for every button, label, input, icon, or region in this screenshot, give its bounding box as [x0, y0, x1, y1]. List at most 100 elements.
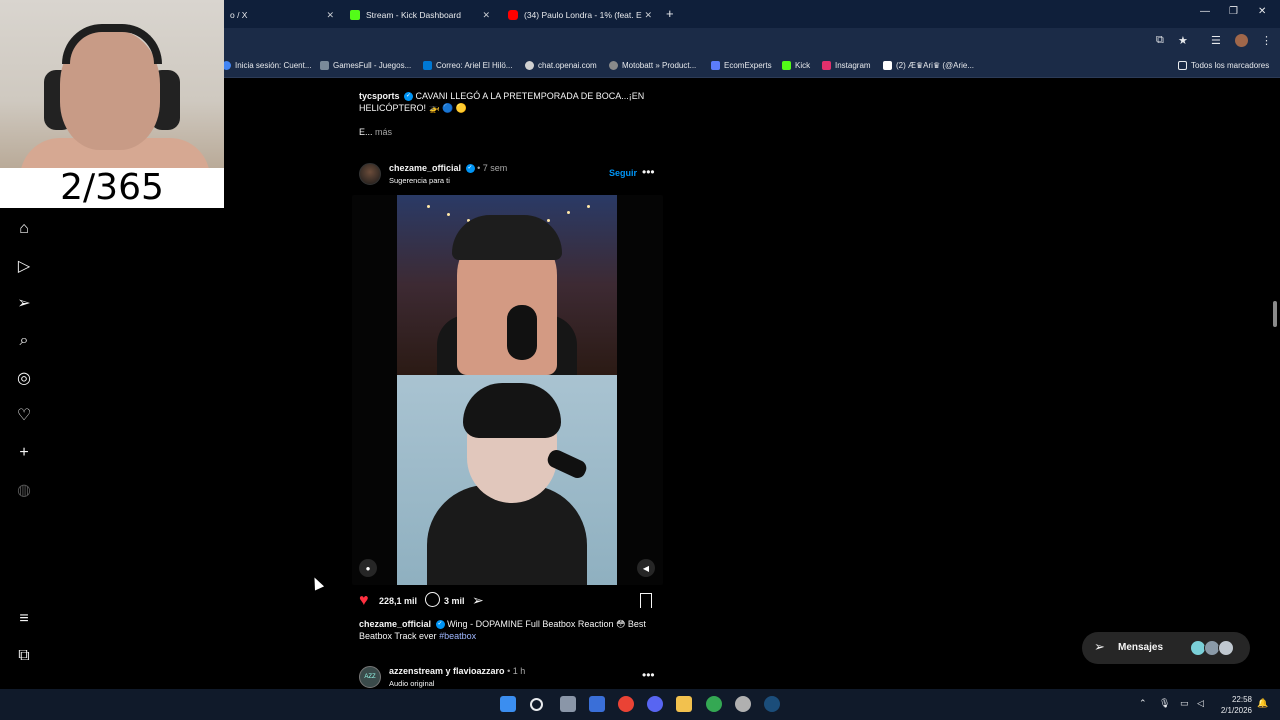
ecom-icon — [711, 61, 720, 70]
tab-youtube[interactable]: (34) Paulo Londra - 1% (feat. El ✕ — [500, 4, 658, 26]
bookmark-label: (2) Æ♛Ari♛ (@Arie... — [896, 61, 975, 70]
share-icon[interactable]: ➢ — [472, 592, 484, 609]
prev-post-caption: tycsports ✓ CAVANI LLEGÓ A LA PRETEMPORA… — [359, 90, 649, 114]
system-clock[interactable]: 22:58 2/1/2026 — [1214, 694, 1252, 716]
more-options-icon[interactable]: ••• — [642, 165, 655, 179]
explore-icon[interactable]: ◎ — [14, 368, 34, 388]
close-icon[interactable]: ✕ — [482, 10, 490, 21]
more-options-icon[interactable]: ••• — [642, 668, 655, 682]
avatar[interactable] — [359, 163, 381, 185]
bookmark-label: EcomExperts — [724, 61, 772, 70]
tab-x[interactable]: o / X ✕ — [222, 4, 340, 26]
direct-icon[interactable]: ➢ — [14, 293, 34, 313]
scroll-thumb[interactable] — [1273, 301, 1277, 327]
chrome-icon[interactable] — [618, 696, 634, 712]
bookmark-item[interactable]: GamesFull - Juegos... — [320, 61, 411, 70]
comment-icon[interactable] — [425, 592, 440, 607]
heart-icon[interactable]: ♡ — [14, 405, 34, 425]
folder-icon — [1178, 61, 1187, 70]
discord-icon[interactable] — [647, 696, 663, 712]
close-icon[interactable]: ✕ — [644, 10, 652, 21]
x-icon — [883, 61, 892, 70]
search-icon[interactable]: ⌕ — [14, 331, 34, 351]
tagged-user-icon[interactable]: ● — [359, 559, 377, 577]
more-link[interactable]: más — [375, 127, 392, 137]
home-icon[interactable]: ⌂ — [14, 219, 34, 239]
separator: • — [507, 666, 511, 676]
install-app-icon[interactable]: ⧉ — [1156, 34, 1164, 47]
post-caption: chezame_official ✓ Wing - DOPAMINE Full … — [359, 618, 659, 642]
volume-icon[interactable]: ◁ — [1197, 698, 1204, 709]
search-icon[interactable] — [530, 698, 543, 711]
app-icon[interactable] — [735, 696, 751, 712]
taskbar: ⌃ 🎙 ▭ ◁ 22:58 2/1/2026 🔔 — [0, 689, 1280, 720]
likes-count[interactable]: 228,1 mil — [379, 596, 417, 606]
notification-bell-icon[interactable]: 🔔 — [1257, 698, 1268, 709]
tab-title: Stream - Kick Dashboard — [366, 10, 461, 20]
bookmark-item[interactable]: chat.openai.com — [525, 61, 597, 70]
bookmark-item[interactable]: Correo: Ariel El Hilö... — [423, 61, 512, 70]
new-tab-button[interactable]: + — [666, 6, 674, 21]
task-view-icon[interactable] — [560, 696, 576, 712]
tab-kick[interactable]: Stream - Kick Dashboard ✕ — [342, 4, 496, 26]
profile-icon[interactable]: ◍ — [14, 480, 34, 500]
mail-icon — [423, 61, 432, 70]
bookmark-item[interactable]: Inicia sesión: Cuent... — [222, 61, 311, 70]
hashtag-link[interactable]: #beatbox — [439, 631, 476, 641]
bookmark-item[interactable]: EcomExperts — [711, 61, 772, 70]
post-username[interactable]: chezame_official — [389, 163, 461, 173]
microphone-icon[interactable]: 🎙 — [1159, 698, 1170, 709]
clock-time: 22:58 — [1231, 695, 1252, 704]
webcam-overlay — [0, 0, 224, 168]
bookmark-star-icon[interactable]: ★ — [1178, 34, 1188, 47]
avatar[interactable]: AZZ — [359, 666, 381, 688]
menu-icon[interactable]: ≡ — [14, 609, 34, 629]
like-heart-icon[interactable]: ♥ — [359, 592, 369, 610]
bookmark-label: GamesFull - Juegos... — [333, 61, 412, 70]
verified-icon: ✓ — [435, 620, 445, 630]
post-username[interactable]: azzenstream y flavioazzaro — [389, 666, 505, 676]
tray-chevron-icon[interactable]: ⌃ — [1139, 698, 1147, 709]
minimize-icon[interactable]: — — [1200, 6, 1210, 17]
store-icon[interactable] — [589, 696, 605, 712]
save-icon[interactable] — [640, 593, 652, 608]
comments-count[interactable]: 3 mil — [444, 596, 465, 606]
post-time[interactable]: 7 sem — [483, 163, 508, 173]
post-username[interactable]: chezame_official — [359, 619, 431, 629]
chrome-active-icon[interactable] — [706, 696, 722, 712]
video-frame[interactable] — [397, 195, 617, 585]
caption-text: CAVANI LLEGÓ A LA PRETEMPORADA DE BOCA..… — [359, 91, 645, 113]
all-bookmarks[interactable]: Todos los marcadores — [1178, 61, 1269, 70]
reels-icon[interactable]: ▷ — [14, 256, 34, 276]
suggestion-label: Sugerencia para ti — [389, 176, 450, 185]
bookmark-item[interactable]: Kick — [782, 61, 810, 70]
windows-start-icon[interactable] — [500, 696, 516, 712]
file-explorer-icon[interactable] — [676, 696, 692, 712]
messages-button[interactable]: ➢ Mensajes — [1082, 632, 1250, 664]
truncated-text: E... — [359, 127, 373, 137]
bookmark-item[interactable]: (2) Æ♛Ari♛ (@Arie... — [883, 61, 974, 70]
follow-button[interactable]: Seguir — [609, 168, 637, 178]
apps-icon[interactable]: ⧉ — [14, 646, 34, 666]
network-icon[interactable]: ▭ — [1180, 698, 1189, 709]
audio-icon[interactable]: ◀ — [637, 559, 655, 577]
create-icon[interactable]: + — [14, 443, 34, 463]
audio-label[interactable]: Audio original — [389, 679, 434, 688]
close-window-icon[interactable]: ✕ — [1258, 6, 1266, 17]
post-time[interactable]: 1 h — [513, 666, 526, 676]
separator: • — [477, 163, 481, 173]
restore-icon[interactable]: ❐ — [1229, 6, 1238, 17]
media-control-icon[interactable]: ☰ — [1211, 34, 1221, 47]
post-username[interactable]: tycsports — [359, 91, 400, 101]
bookmark-label: Correo: Ariel El Hilö... — [436, 61, 513, 70]
gamepad-icon — [320, 61, 329, 70]
post-header: chezame_official ✓ • 7 sem Sugerencia pa… — [359, 161, 659, 191]
scrollbar[interactable] — [1270, 79, 1280, 689]
close-icon[interactable]: ✕ — [326, 10, 334, 21]
profile-avatar[interactable] — [1235, 34, 1248, 47]
menu-icon[interactable]: ⋮ — [1261, 34, 1272, 47]
caption-more[interactable]: E... más — [359, 127, 392, 137]
bookmark-item[interactable]: Instagram — [822, 61, 871, 70]
bookmark-item[interactable]: Motobatt » Product... — [609, 61, 696, 70]
steam-icon[interactable] — [764, 696, 780, 712]
